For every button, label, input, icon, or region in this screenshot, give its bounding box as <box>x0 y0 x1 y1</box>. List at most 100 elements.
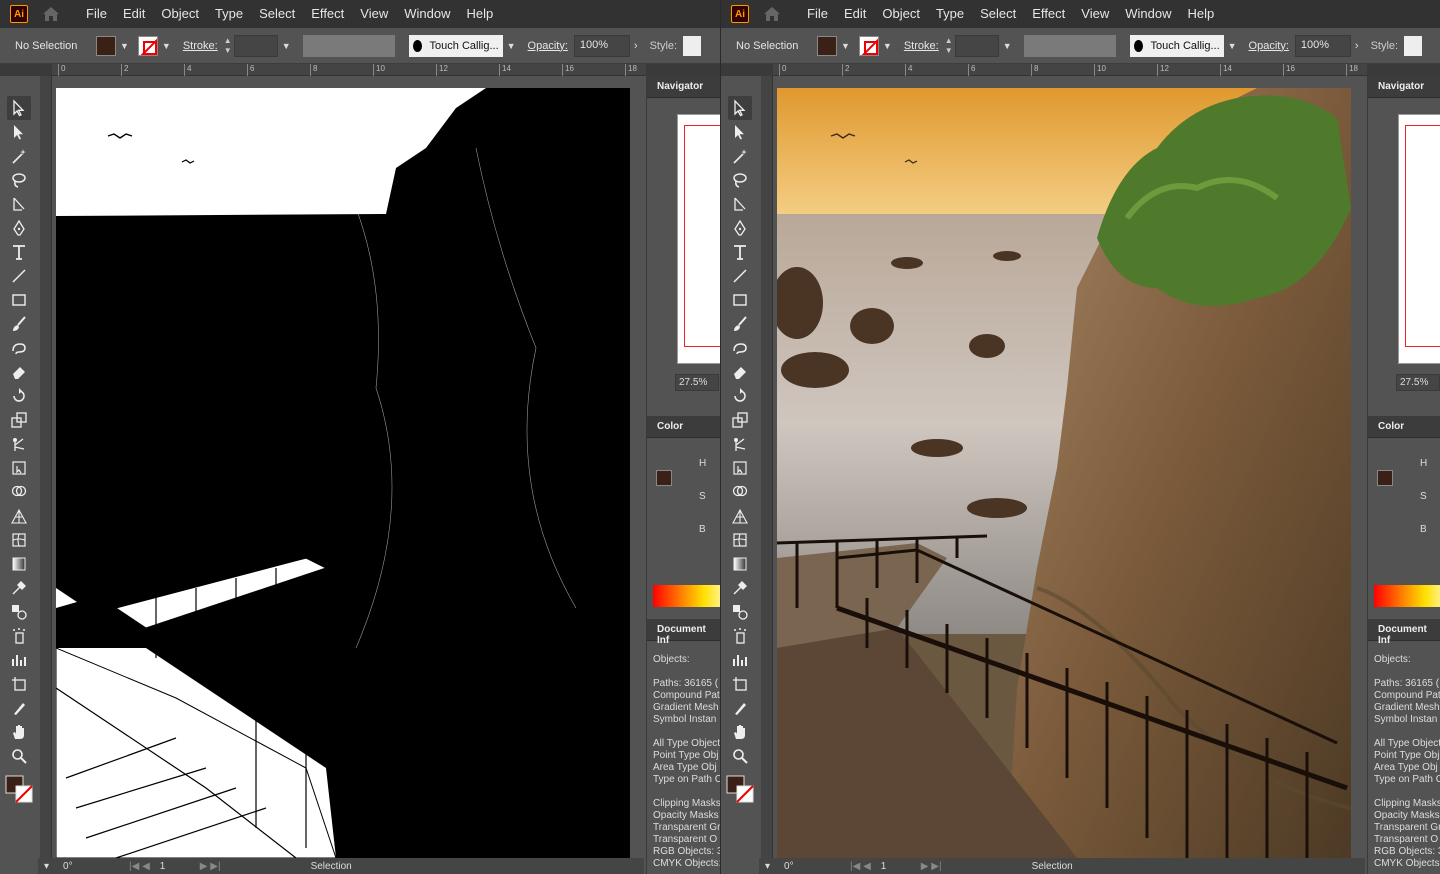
home-icon[interactable] <box>763 6 781 22</box>
menu-effect[interactable]: Effect <box>1024 0 1073 28</box>
menu-view[interactable]: View <box>1073 0 1117 28</box>
blob-brush-tool[interactable] <box>728 336 752 360</box>
menu-object[interactable]: Object <box>874 0 928 28</box>
magic-wand-tool[interactable] <box>7 144 31 168</box>
lasso-tool[interactable] <box>7 168 31 192</box>
color-spectrum[interactable] <box>1374 585 1440 607</box>
menu-file[interactable]: File <box>799 0 836 28</box>
chevron-right-icon[interactable]: › <box>1355 40 1359 52</box>
navigator-thumbnail[interactable] <box>677 114 720 364</box>
menu-window[interactable]: Window <box>1117 0 1179 28</box>
chevron-down-icon[interactable]: ▾ <box>44 861 49 872</box>
opacity-label[interactable]: Opacity: <box>528 40 568 52</box>
type-tool[interactable] <box>728 240 752 264</box>
curvature-tool[interactable] <box>7 192 31 216</box>
free-transform-tool[interactable] <box>728 456 752 480</box>
scale-tool[interactable] <box>728 408 752 432</box>
navigator-panel-title[interactable]: Navigator <box>1368 76 1440 98</box>
fill-stroke-widget[interactable] <box>725 774 755 804</box>
document-info-title[interactable]: Document Inf <box>647 619 720 646</box>
chevron-down-icon[interactable]: ▼ <box>282 41 291 51</box>
artboard-number[interactable]: 1 <box>881 861 911 872</box>
horizontal-ruler[interactable]: 0 2 4 6 8 10 12 14 16 18 <box>52 64 646 76</box>
navigator-view-box[interactable] <box>1405 125 1440 347</box>
hand-tool[interactable] <box>7 720 31 744</box>
direct-selection-tool[interactable] <box>728 120 752 144</box>
scale-tool[interactable] <box>7 408 31 432</box>
chevron-down-icon[interactable]: ▼ <box>841 41 850 51</box>
artboard-next-icon[interactable]: ▶ ▶| <box>200 861 221 872</box>
navigator-panel-title[interactable]: Navigator <box>647 76 720 98</box>
artboard-number[interactable]: 1 <box>160 861 190 872</box>
variable-width-profile[interactable] <box>302 34 395 57</box>
brush-definition[interactable]: Touch Callig... <box>408 34 503 57</box>
vertical-ruler[interactable] <box>761 76 773 858</box>
menu-window[interactable]: Window <box>396 0 458 28</box>
artboard-outline[interactable] <box>56 88 630 858</box>
navigator-zoom[interactable]: 27.5% <box>1396 374 1440 391</box>
menu-type[interactable]: Type <box>207 0 251 28</box>
canvas-area[interactable] <box>52 76 644 858</box>
style-swatch[interactable] <box>683 35 702 56</box>
line-tool[interactable] <box>728 264 752 288</box>
chevron-down-icon[interactable]: ▼ <box>1003 41 1012 51</box>
paintbrush-tool[interactable] <box>728 312 752 336</box>
gradient-tool[interactable] <box>728 552 752 576</box>
stroke-weight-field[interactable] <box>954 34 999 57</box>
lasso-tool[interactable] <box>728 168 752 192</box>
stroke-stepper[interactable]: ▲ ▼ <box>943 36 955 56</box>
graph-tool[interactable] <box>7 648 31 672</box>
opacity-field[interactable]: 100% <box>573 34 630 57</box>
artboard-tool[interactable] <box>728 672 752 696</box>
color-spectrum[interactable] <box>653 585 720 607</box>
menu-effect[interactable]: Effect <box>303 0 352 28</box>
blob-brush-tool[interactable] <box>7 336 31 360</box>
perspective-grid-tool[interactable] <box>728 504 752 528</box>
stroke-swatch[interactable] <box>858 35 879 56</box>
symbol-sprayer-tool[interactable] <box>728 624 752 648</box>
menu-type[interactable]: Type <box>928 0 972 28</box>
artboard-next-icon[interactable]: ▶ ▶| <box>921 861 942 872</box>
slice-tool[interactable] <box>7 696 31 720</box>
chevron-down-icon[interactable]: ▼ <box>507 41 516 51</box>
perspective-grid-tool[interactable] <box>7 504 31 528</box>
chevron-down-icon[interactable]: ▼ <box>162 41 171 51</box>
navigator-thumbnail[interactable] <box>1398 114 1440 364</box>
chevron-down-icon[interactable]: ▼ <box>120 41 129 51</box>
eyedropper-tool[interactable] <box>7 576 31 600</box>
artboard-tool[interactable] <box>7 672 31 696</box>
stroke-stepper[interactable]: ▲ ▼ <box>222 36 234 56</box>
curvature-tool[interactable] <box>728 192 752 216</box>
menu-edit[interactable]: Edit <box>836 0 874 28</box>
variable-width-profile[interactable] <box>1023 34 1116 57</box>
selection-tool[interactable] <box>7 96 31 120</box>
pen-tool[interactable] <box>728 216 752 240</box>
brush-definition[interactable]: Touch Callig... <box>1129 34 1224 57</box>
shape-builder-tool[interactable] <box>7 480 31 504</box>
free-transform-tool[interactable] <box>7 456 31 480</box>
menu-view[interactable]: View <box>352 0 396 28</box>
line-tool[interactable] <box>7 264 31 288</box>
menu-object[interactable]: Object <box>153 0 207 28</box>
rotation-field[interactable]: 0° <box>784 861 834 872</box>
paintbrush-tool[interactable] <box>7 312 31 336</box>
symbol-sprayer-tool[interactable] <box>7 624 31 648</box>
puppet-warp-tool[interactable] <box>728 432 752 456</box>
artboard-nav-icon[interactable]: |◀ ◀ <box>129 861 150 872</box>
fill-swatch[interactable] <box>96 35 116 56</box>
pen-tool[interactable] <box>7 216 31 240</box>
color-fill-swatch[interactable] <box>1377 470 1393 486</box>
menu-select[interactable]: Select <box>251 0 303 28</box>
chevron-down-icon[interactable]: ▼ <box>1228 41 1237 51</box>
zoom-tool[interactable] <box>728 744 752 768</box>
chevron-down-icon[interactable]: ▾ <box>765 861 770 872</box>
direct-selection-tool[interactable] <box>7 120 31 144</box>
opacity-field[interactable]: 100% <box>1294 34 1351 57</box>
navigator-zoom[interactable]: 27.5% <box>675 374 719 391</box>
artboard-preview[interactable] <box>777 88 1351 858</box>
eyedropper-tool[interactable] <box>728 576 752 600</box>
menu-help[interactable]: Help <box>1179 0 1222 28</box>
color-panel-title[interactable]: Color <box>1368 416 1440 438</box>
stroke-swatch[interactable] <box>137 35 158 56</box>
canvas-area[interactable] <box>773 76 1365 858</box>
